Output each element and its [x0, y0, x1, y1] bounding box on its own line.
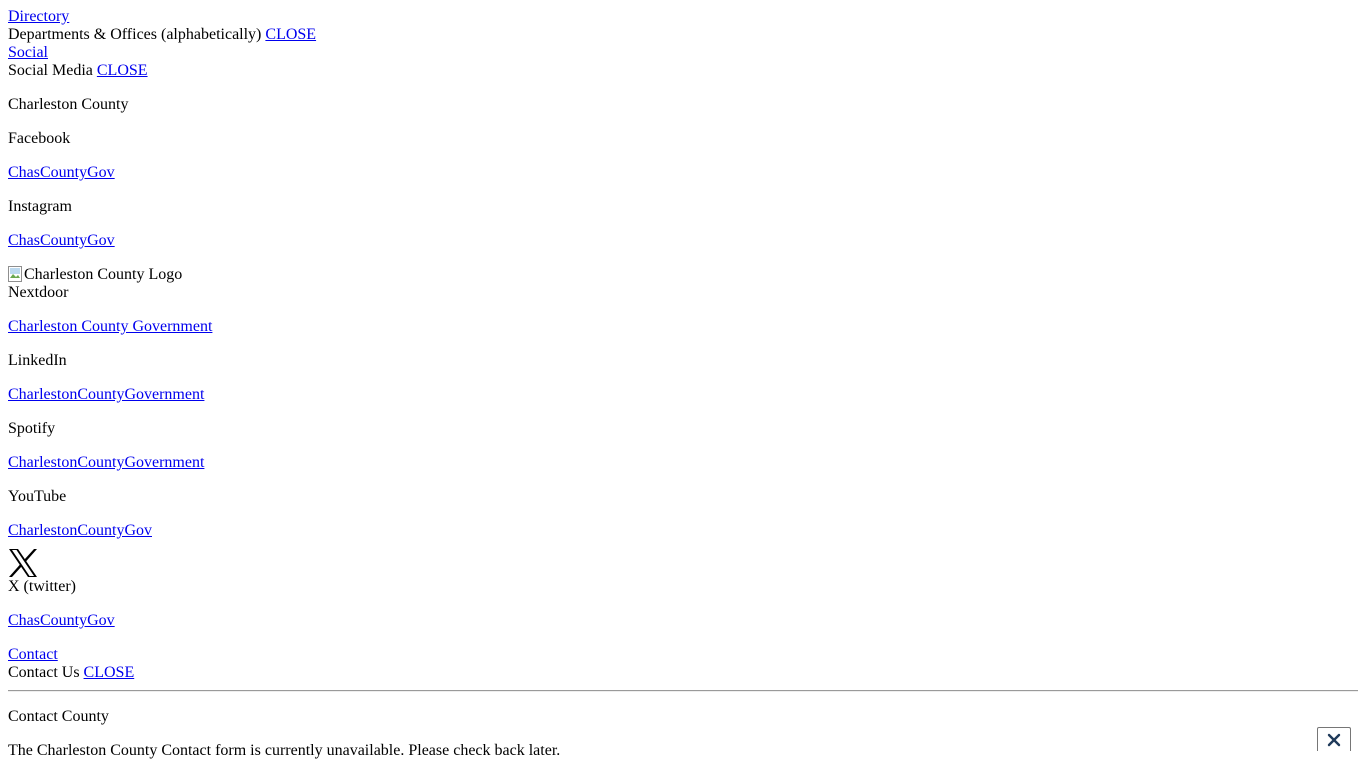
social-close-link[interactable]: CLOSE	[97, 62, 148, 79]
linkedin-handle-link[interactable]: CharlestonCountyGovernment	[8, 386, 204, 403]
directory-row: Directory	[8, 8, 1358, 26]
social-row: Social	[8, 44, 1358, 62]
platform-link-facebook: ChasCountyGov	[8, 164, 1358, 182]
charleston-county-logo: Charleston County Logo	[8, 266, 1358, 284]
directory-link[interactable]: Directory	[8, 8, 69, 25]
nextdoor-handle-link[interactable]: Charleston County Government	[8, 318, 212, 335]
social-header: Social Media CLOSE	[8, 62, 1358, 80]
divider	[8, 690, 1358, 692]
contact-close-link[interactable]: CLOSE	[84, 664, 135, 681]
social-org-name: Charleston County	[8, 96, 129, 113]
contact-header: Contact Us CLOSE	[8, 664, 1358, 682]
spotify-handle-link[interactable]: CharlestonCountyGovernment	[8, 454, 204, 471]
directory-heading: Departments & Offices (alphabetically)	[8, 26, 262, 43]
social-heading: Social Media	[8, 62, 93, 79]
platform-name-facebook: Facebook	[8, 130, 71, 147]
platform-link-youtube: CharlestonCountyGov	[8, 522, 1358, 540]
directory-close-link[interactable]: CLOSE	[265, 26, 316, 43]
social-link[interactable]: Social	[8, 44, 48, 61]
contact-message: The Charleston County Contact form is cu…	[8, 742, 561, 759]
logo-alt-text: Charleston County Logo	[24, 266, 183, 283]
platform-name-instagram: Instagram	[8, 198, 72, 215]
platform-link-instagram: ChasCountyGov	[8, 232, 1358, 250]
platform-link-nextdoor: Charleston County Government	[8, 318, 1358, 336]
platform-link-spotify: CharlestonCountyGovernment	[8, 454, 1358, 472]
contact-heading: Contact Us	[8, 664, 80, 681]
directory-header: Departments & Offices (alphabetically) C…	[8, 26, 1358, 44]
contact-link[interactable]: Contact	[8, 646, 58, 663]
platform-name-spotify: Spotify	[8, 420, 56, 437]
instagram-handle-link[interactable]: ChasCountyGov	[8, 232, 115, 249]
platform-name-x: X (twitter)	[8, 578, 76, 595]
contact-row: Contact	[8, 646, 1358, 664]
platform-link-linkedin: CharlestonCountyGovernment	[8, 386, 1358, 404]
platform-name-nextdoor: Nextdoor	[8, 284, 69, 301]
youtube-handle-link[interactable]: CharlestonCountyGov	[8, 522, 152, 539]
page-content: Directory Departments & Offices (alphabe…	[8, 8, 1358, 760]
close-button[interactable]	[1317, 727, 1351, 751]
facebook-handle-link[interactable]: ChasCountyGov	[8, 164, 115, 181]
broken-image-icon	[8, 266, 22, 282]
platform-name-youtube: YouTube	[8, 488, 67, 505]
contact-title: Contact County	[8, 708, 109, 725]
x-logo-icon	[8, 548, 38, 578]
x-handle-link[interactable]: ChasCountyGov	[8, 612, 115, 629]
platform-name-linkedin: LinkedIn	[8, 352, 67, 369]
platform-link-x: ChasCountyGov	[8, 612, 1358, 630]
close-icon	[1327, 733, 1341, 746]
